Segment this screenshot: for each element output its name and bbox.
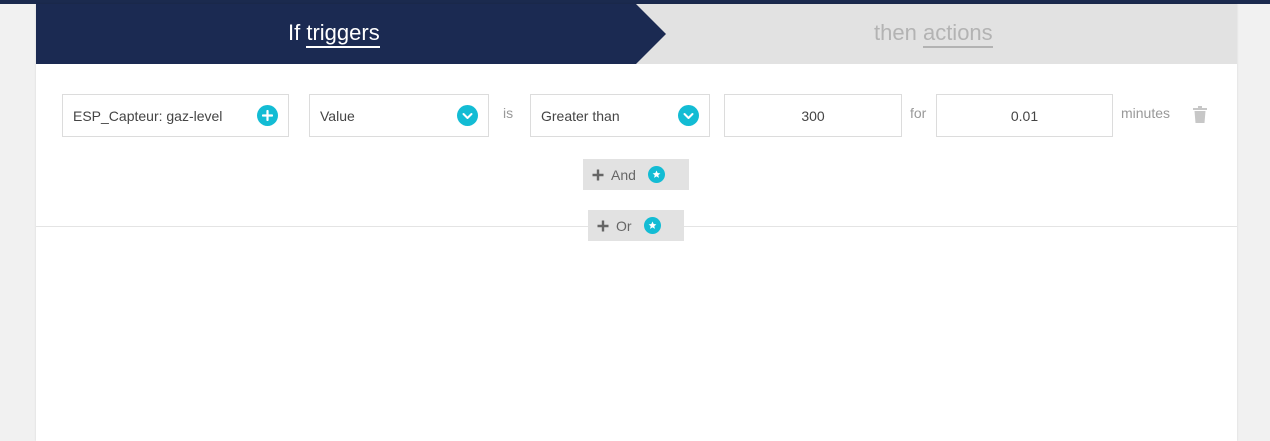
value-input[interactable]: 300 — [724, 94, 902, 137]
star-icon — [643, 217, 661, 234]
chevron-down-icon[interactable] — [678, 105, 699, 126]
operator-value: Greater than — [541, 107, 620, 124]
device-value: ESP_Capteur: gaz-level — [73, 107, 223, 124]
is-label: is — [503, 105, 514, 121]
tab-then-label[interactable]: then actions — [874, 19, 993, 48]
plus-icon — [592, 169, 604, 181]
add-and-button[interactable]: And — [583, 159, 689, 190]
tab-if-word: triggers — [306, 20, 380, 48]
or-label: Or — [616, 217, 632, 234]
for-label: for — [910, 105, 927, 121]
value-text: 300 — [801, 107, 825, 124]
add-or-button[interactable]: Or — [588, 210, 684, 241]
duration-text: 0.01 — [1010, 107, 1039, 124]
plus-circle-icon[interactable] — [257, 105, 278, 126]
star-icon — [647, 166, 665, 183]
device-field[interactable]: ESP_Capteur: gaz-level — [62, 94, 289, 137]
and-label: And — [611, 166, 636, 183]
trash-icon[interactable] — [1193, 106, 1207, 123]
tab-if-label[interactable]: If triggers — [288, 19, 380, 48]
attribute-value: Value — [320, 107, 355, 124]
tab-then-prefix: then — [874, 20, 917, 45]
minutes-label: minutes — [1121, 105, 1171, 121]
rule-editor-panel: If triggers then actions ESP_Capteur: ga… — [36, 4, 1237, 441]
tab-then-word: actions — [922, 20, 993, 48]
plus-icon — [597, 220, 609, 232]
tab-if-prefix: If — [288, 20, 301, 45]
operator-select[interactable]: Greater than — [530, 94, 710, 137]
duration-input[interactable]: 0.01 — [936, 94, 1113, 137]
step-tabs: If triggers then actions — [36, 4, 1237, 64]
chevron-down-icon[interactable] — [457, 105, 478, 126]
attribute-select[interactable]: Value — [309, 94, 489, 137]
